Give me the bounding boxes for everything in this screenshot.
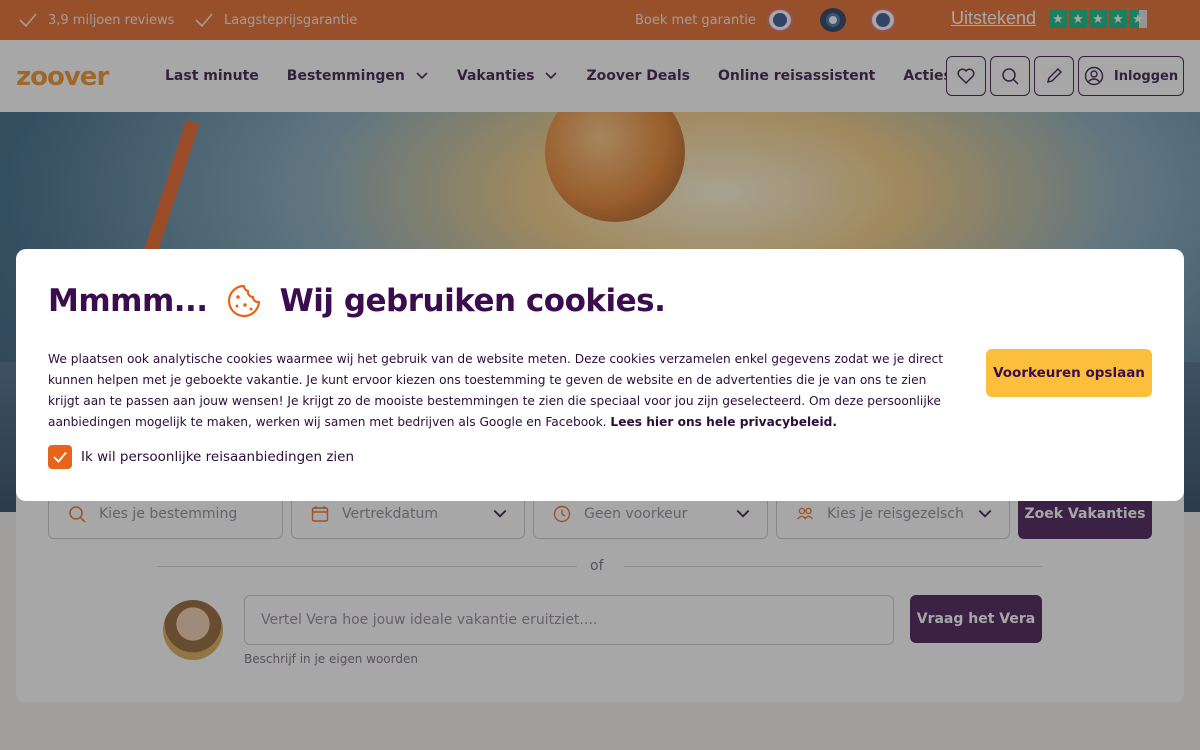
privacy-policy-link[interactable]: Lees hier ons hele privacybeleid.	[610, 415, 837, 429]
cookie-description: We plaatsen ook analytische cookies waar…	[48, 349, 958, 433]
save-preferences-button[interactable]: Voorkeuren opslaan	[986, 349, 1152, 397]
cookie-dialog-title: Mmmm... Wij gebruiken cookies.	[48, 283, 666, 319]
cookie-title-right: Wij gebruiken cookies.	[279, 283, 666, 319]
cookie-consent-dialog: Mmmm... Wij gebruiken cookies. We plaats…	[16, 249, 1184, 501]
personal-offers-label: Ik wil persoonlijke reisaanbiedingen zie…	[81, 449, 355, 465]
personal-offers-checkbox-row[interactable]: Ik wil persoonlijke reisaanbiedingen zie…	[48, 445, 354, 469]
cookie-icon	[227, 284, 260, 318]
cookie-title-left: Mmmm...	[48, 283, 208, 319]
check-icon	[53, 451, 67, 463]
personal-offers-checkbox[interactable]	[48, 445, 72, 469]
